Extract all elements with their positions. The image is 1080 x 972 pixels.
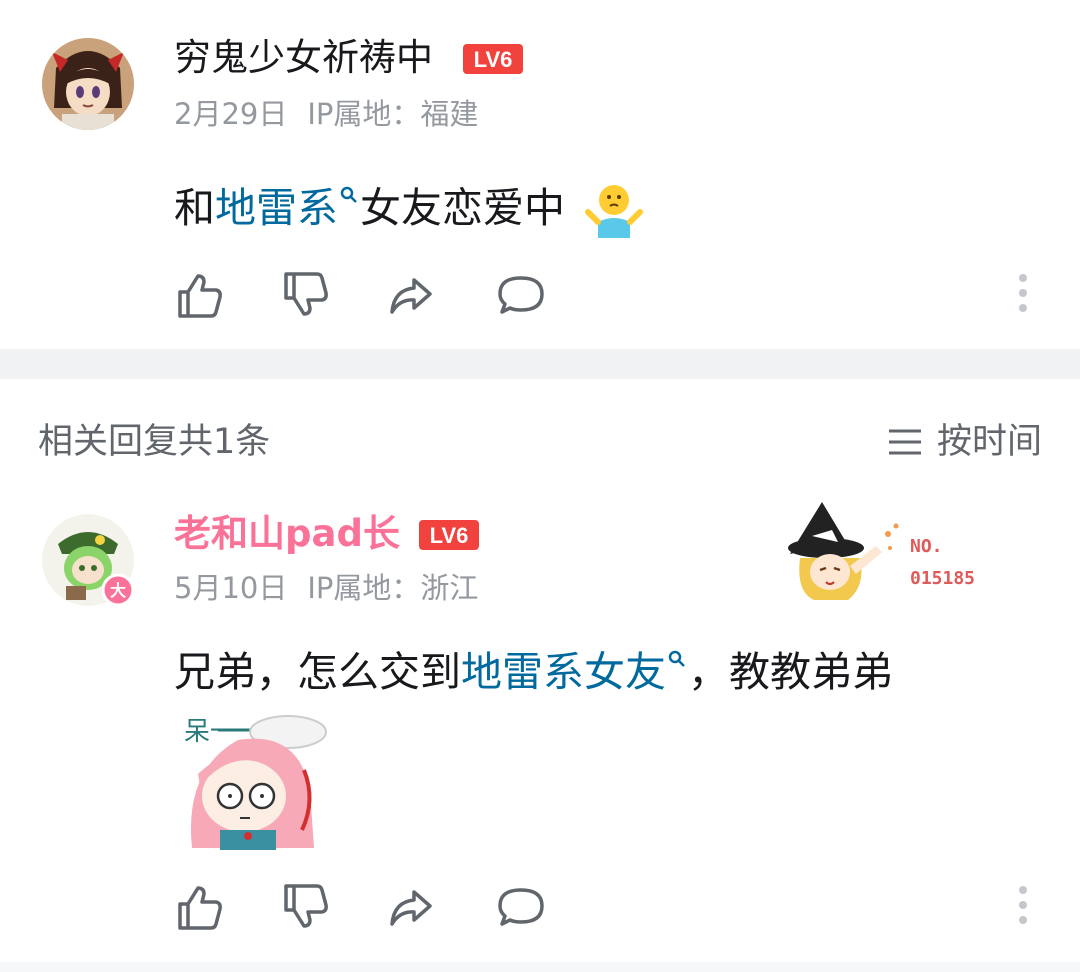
search-mark-icon (668, 650, 685, 667)
bottom-divider (0, 962, 1080, 972)
section-divider (0, 349, 1080, 379)
more-icon (1018, 274, 1028, 312)
share-icon (390, 890, 432, 926)
comment-actions (174, 270, 1054, 320)
comment-text: 兄弟，怎么交到地雷系女友 ，教教弟弟 (174, 648, 893, 696)
like-icon (178, 274, 222, 318)
related-replies-header: 相关回复共1条 按时间 (0, 400, 1080, 488)
reply-button[interactable] (496, 270, 546, 320)
svg-text:大: 大 (110, 581, 126, 600)
like-icon (178, 886, 222, 930)
comment-text: 和地雷系 女友恋爱中 (174, 182, 644, 238)
share-button[interactable] (386, 882, 436, 932)
comment-meta: 5月10日 IP属地：浙江 (174, 570, 498, 606)
reply-button[interactable] (496, 882, 546, 932)
ip-location: IP属地：福建 (307, 97, 479, 131)
comment-date: 2月29日 (174, 97, 288, 131)
username[interactable]: 老和山pad长 (174, 512, 400, 556)
search-keyword-link[interactable]: 地雷系 (215, 184, 360, 232)
ip-location: IP属地：浙江 (307, 571, 479, 605)
svg-text:NO.: NO. (910, 536, 943, 557)
shrug-emoji (584, 182, 644, 238)
sort-by-time-button[interactable]: 按时间 (887, 420, 1042, 464)
more-options-button[interactable] (1018, 886, 1028, 926)
sort-lines-icon (888, 429, 921, 455)
level-badge: LV6 (419, 520, 479, 550)
comment-icon (498, 888, 544, 926)
like-button[interactable] (174, 882, 224, 932)
search-keyword-link[interactable]: 地雷系女友 (461, 648, 688, 696)
svg-text:LV6: LV6 (430, 523, 469, 548)
related-replies-count: 相关回复共1条 (38, 422, 271, 462)
dislike-button[interactable] (280, 270, 330, 320)
reply-comment: 大 老和山pad长 LV6 5月10日 IP属地：浙江 NO. 015185 兄弟… (0, 490, 1080, 972)
main-comment: 穷鬼少女祈祷中 LV6 2月29日 IP属地：福建 和地雷系 女友恋爱中 (0, 0, 1080, 350)
dislike-icon (284, 884, 328, 928)
vip-badge: 大 (102, 574, 134, 606)
dislike-icon (284, 272, 328, 316)
share-icon (390, 278, 432, 314)
fan-badge-decoration: NO. 015185 (786, 496, 996, 606)
svg-text:015185: 015185 (910, 568, 975, 589)
search-mark-icon (340, 186, 357, 203)
comment-date: 5月10日 (174, 571, 288, 605)
more-options-button[interactable] (1018, 274, 1028, 314)
dazed-sticker: 呆一 (178, 710, 338, 850)
dislike-button[interactable] (280, 882, 330, 932)
level-badge: LV6 (463, 44, 523, 74)
comment-actions (174, 882, 1054, 932)
like-button[interactable] (174, 270, 224, 320)
svg-text:LV6: LV6 (474, 47, 513, 72)
comment-meta: 2月29日 IP属地：福建 (174, 96, 498, 132)
more-icon (1018, 886, 1028, 924)
user-avatar[interactable] (42, 38, 134, 130)
share-button[interactable] (386, 270, 436, 320)
comment-icon (498, 276, 544, 314)
username[interactable]: 穷鬼少女祈祷中 (174, 36, 433, 80)
svg-text:呆一: 呆一 (184, 717, 236, 747)
